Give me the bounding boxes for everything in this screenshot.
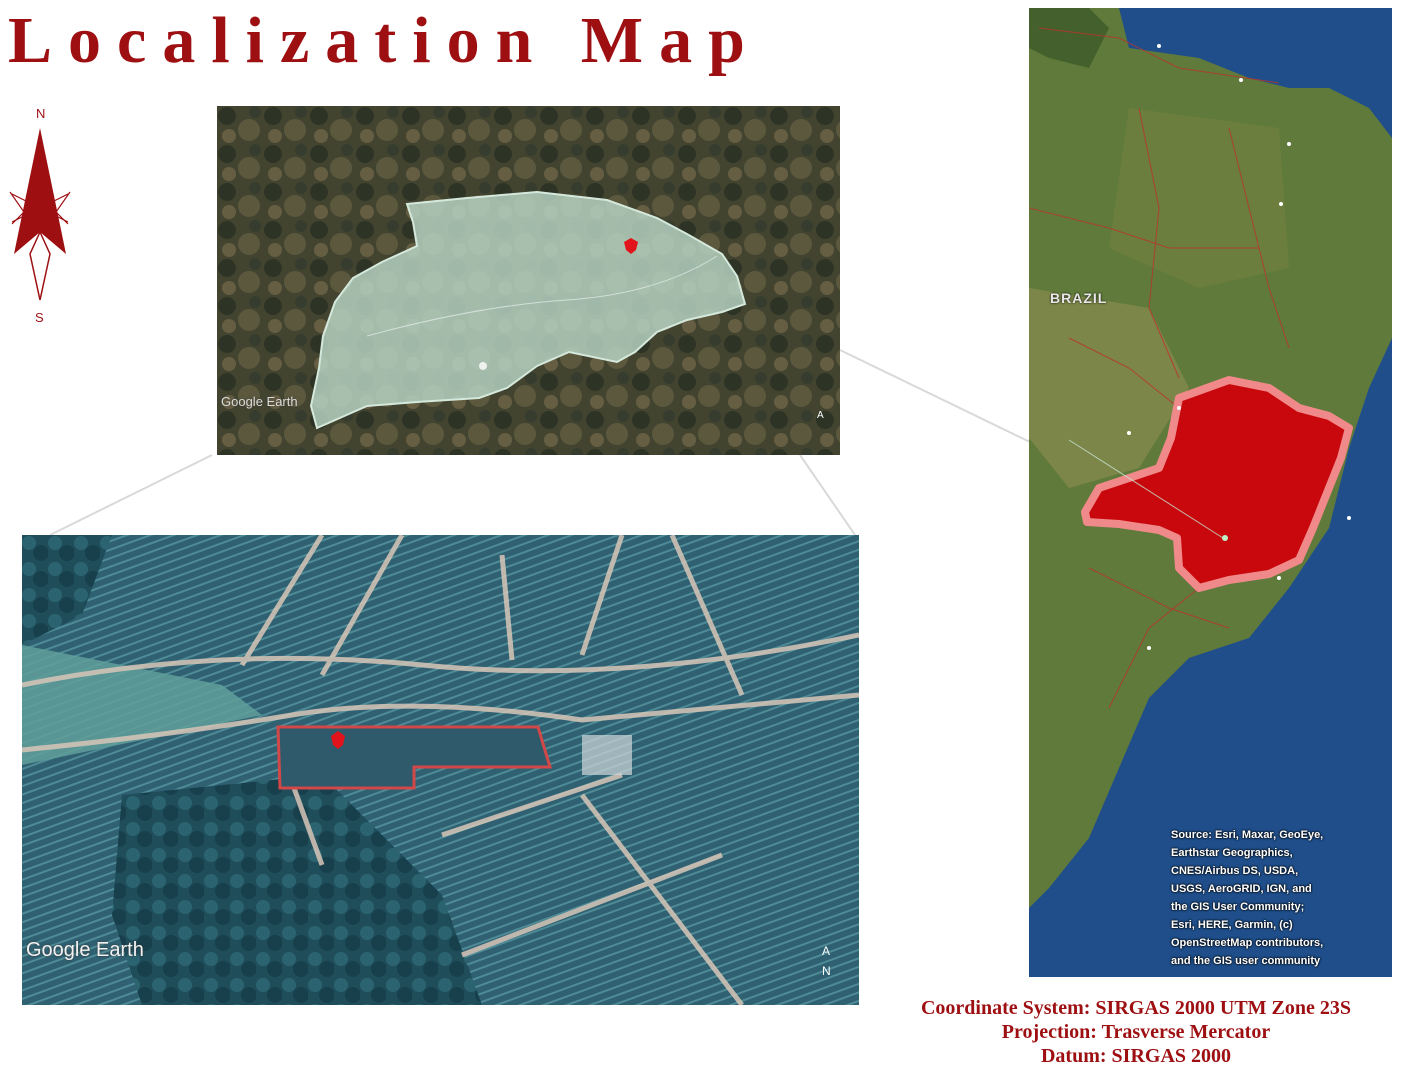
svg-text:N: N [822,964,831,978]
google-earth-watermark: Google Earth [221,394,298,409]
region-terrain: A [217,106,840,455]
svg-text:A: A [822,944,830,958]
farm-terrain: A N [22,535,859,1005]
map-source-attribution: Source: Esri, Maxar, GeoEye, Earthstar G… [1171,826,1379,976]
source-line: Esri, HERE, Garmin, (c) [1171,919,1293,931]
source-line: and the GIS user community [1171,955,1321,967]
projection: Projection: Trasverse Mercator [1001,1021,1271,1043]
google-earth-watermark: Google Earth [26,939,144,961]
south-label: S [35,310,44,325]
compass-icon [9,128,71,301]
source-line: CNES/Airbus DS, USDA, [1171,865,1299,877]
map-title: Localization Map [8,4,761,77]
source-line: the GIS User Community; [1171,901,1305,913]
region-satellite-view: A Google Earth [217,106,840,455]
farm-satellite-view: A N Google Earth [22,535,859,1005]
coordinate-system: Coordinate System: SIRGAS 2000 UTM Zone … [920,997,1352,1019]
datum: Datum: SIRGAS 2000 [1040,1045,1232,1067]
north-arrow: N S [4,104,76,328]
svg-text:A: A [817,410,824,421]
source-line: Earthstar Geographics, [1171,847,1293,859]
source-line: USGS, AeroGRID, IGN, and [1171,883,1312,895]
country-label: BRAZIL [1050,290,1108,306]
coordinate-info: Coordinate System: SIRGAS 2000 UTM Zone … [860,996,1412,1068]
source-line: Source: Esri, Maxar, GeoEye, [1171,829,1324,841]
source-line: OpenStreetMap contributors, [1171,937,1324,949]
site-marker-icon [1222,535,1228,541]
